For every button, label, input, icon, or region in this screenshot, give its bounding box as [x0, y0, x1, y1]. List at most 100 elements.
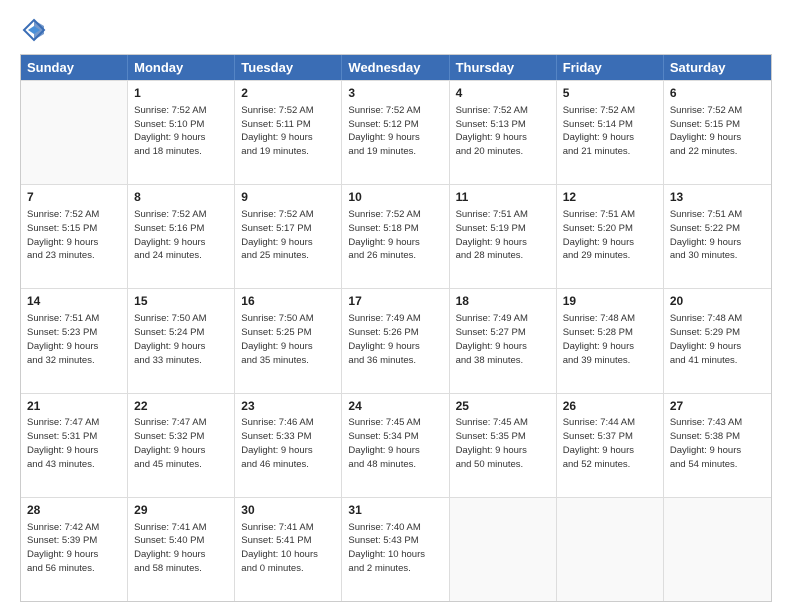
cell-info: Sunrise: 7:52 AMSunset: 5:18 PMDaylight:… — [348, 208, 442, 263]
day-cell-11: 11 Sunrise: 7:51 AMSunset: 5:19 PMDayligh… — [450, 185, 557, 288]
calendar-body: 1 Sunrise: 7:52 AMSunset: 5:10 PMDaylight… — [21, 80, 771, 601]
calendar: SundayMondayTuesdayWednesdayThursdayFrid… — [20, 54, 772, 602]
day-cell-10: 10 Sunrise: 7:52 AMSunset: 5:18 PMDayligh… — [342, 185, 449, 288]
cell-info: Sunrise: 7:40 AMSunset: 5:43 PMDaylight:… — [348, 521, 442, 576]
day-cell-16: 16Sunrise: 7:50 AMSunset: 5:25 PMDayligh… — [235, 289, 342, 392]
empty-cell — [557, 498, 664, 601]
day-cell-19: 19 Sunrise: 7:48 AMSunset: 5:28 PMDayligh… — [557, 289, 664, 392]
weekday-header-sunday: Sunday — [21, 55, 128, 80]
day-number: 13 — [670, 189, 765, 206]
day-cell-20: 20 Sunrise: 7:48 AMSunset: 5:29 PMDayligh… — [664, 289, 771, 392]
day-cell-17: 17 Sunrise: 7:49 AMSunset: 5:26 PMDayligh… — [342, 289, 449, 392]
empty-cell — [664, 498, 771, 601]
weekday-header-saturday: Saturday — [664, 55, 771, 80]
day-number: 27 — [670, 398, 765, 415]
day-cell-30: 30 Sunrise: 7:41 AMSunset: 5:41 PMDayligh… — [235, 498, 342, 601]
cell-info: Sunrise: 7:44 AMSunset: 5:37 PMDaylight:… — [563, 416, 657, 471]
cell-info: Sunrise: 7:48 AMSunset: 5:28 PMDaylight:… — [563, 312, 657, 367]
calendar-row-4: 21Sunrise: 7:47 AMSunset: 5:31 PMDayligh… — [21, 393, 771, 497]
cell-info: Sunrise: 7:42 AMSunset: 5:39 PMDaylight:… — [27, 521, 121, 576]
day-number: 31 — [348, 502, 442, 519]
day-number: 1 — [134, 85, 228, 102]
day-cell-4: 4 Sunrise: 7:52 AMSunset: 5:13 PMDaylight… — [450, 81, 557, 184]
weekday-header-tuesday: Tuesday — [235, 55, 342, 80]
cell-info: Sunrise: 7:41 AMSunset: 5:40 PMDaylight:… — [134, 521, 228, 576]
day-cell-12: 12 Sunrise: 7:51 AMSunset: 5:20 PMDayligh… — [557, 185, 664, 288]
cell-info: Sunrise: 7:51 AMSunset: 5:22 PMDaylight:… — [670, 208, 765, 263]
day-number: 18 — [456, 293, 550, 310]
day-cell-1: 1 Sunrise: 7:52 AMSunset: 5:10 PMDaylight… — [128, 81, 235, 184]
day-number: 4 — [456, 85, 550, 102]
day-number: 2 — [241, 85, 335, 102]
weekday-header-monday: Monday — [128, 55, 235, 80]
day-number: 11 — [456, 189, 550, 206]
day-cell-25: 25Sunrise: 7:45 AMSunset: 5:35 PMDayligh… — [450, 394, 557, 497]
day-cell-24: 24Sunrise: 7:45 AMSunset: 5:34 PMDayligh… — [342, 394, 449, 497]
calendar-row-2: 7 Sunrise: 7:52 AMSunset: 5:15 PMDaylight… — [21, 184, 771, 288]
weekday-header-thursday: Thursday — [450, 55, 557, 80]
day-cell-27: 27Sunrise: 7:43 AMSunset: 5:38 PMDayligh… — [664, 394, 771, 497]
day-cell-18: 18 Sunrise: 7:49 AMSunset: 5:27 PMDayligh… — [450, 289, 557, 392]
cell-info: Sunrise: 7:47 AMSunset: 5:31 PMDaylight:… — [27, 416, 121, 471]
cell-info: Sunrise: 7:52 AMSunset: 5:15 PMDaylight:… — [27, 208, 121, 263]
day-number: 8 — [134, 189, 228, 206]
cell-info: Sunrise: 7:52 AMSunset: 5:16 PMDaylight:… — [134, 208, 228, 263]
day-number: 22 — [134, 398, 228, 415]
day-number: 16 — [241, 293, 335, 310]
cell-info: Sunrise: 7:52 AMSunset: 5:15 PMDaylight:… — [670, 104, 765, 159]
weekday-header-friday: Friday — [557, 55, 664, 80]
day-cell-6: 6 Sunrise: 7:52 AMSunset: 5:15 PMDaylight… — [664, 81, 771, 184]
cell-info: Sunrise: 7:52 AMSunset: 5:17 PMDaylight:… — [241, 208, 335, 263]
day-cell-28: 28 Sunrise: 7:42 AMSunset: 5:39 PMDayligh… — [21, 498, 128, 601]
day-number: 28 — [27, 502, 121, 519]
day-cell-2: 2Sunrise: 7:52 AMSunset: 5:11 PMDaylight… — [235, 81, 342, 184]
cell-info: Sunrise: 7:43 AMSunset: 5:38 PMDaylight:… — [670, 416, 765, 471]
day-number: 17 — [348, 293, 442, 310]
day-number: 7 — [27, 189, 121, 206]
day-number: 29 — [134, 502, 228, 519]
calendar-row-1: 1 Sunrise: 7:52 AMSunset: 5:10 PMDaylight… — [21, 80, 771, 184]
day-number: 14 — [27, 293, 121, 310]
day-cell-14: 14 Sunrise: 7:51 AMSunset: 5:23 PMDayligh… — [21, 289, 128, 392]
day-number: 15 — [134, 293, 228, 310]
day-cell-22: 22Sunrise: 7:47 AMSunset: 5:32 PMDayligh… — [128, 394, 235, 497]
day-number: 6 — [670, 85, 765, 102]
day-cell-8: 8 Sunrise: 7:52 AMSunset: 5:16 PMDaylight… — [128, 185, 235, 288]
cell-info: Sunrise: 7:52 AMSunset: 5:10 PMDaylight:… — [134, 104, 228, 159]
cell-info: Sunrise: 7:49 AMSunset: 5:26 PMDaylight:… — [348, 312, 442, 367]
cell-info: Sunrise: 7:47 AMSunset: 5:32 PMDaylight:… — [134, 416, 228, 471]
day-cell-29: 29 Sunrise: 7:41 AMSunset: 5:40 PMDayligh… — [128, 498, 235, 601]
day-number: 3 — [348, 85, 442, 102]
day-number: 26 — [563, 398, 657, 415]
day-number: 19 — [563, 293, 657, 310]
day-cell-31: 31 Sunrise: 7:40 AMSunset: 5:43 PMDayligh… — [342, 498, 449, 601]
calendar-row-3: 14 Sunrise: 7:51 AMSunset: 5:23 PMDayligh… — [21, 288, 771, 392]
day-number: 24 — [348, 398, 442, 415]
page: SundayMondayTuesdayWednesdayThursdayFrid… — [0, 0, 792, 612]
weekday-header-wednesday: Wednesday — [342, 55, 449, 80]
day-number: 12 — [563, 189, 657, 206]
calendar-row-5: 28 Sunrise: 7:42 AMSunset: 5:39 PMDayligh… — [21, 497, 771, 601]
empty-cell — [21, 81, 128, 184]
cell-info: Sunrise: 7:45 AMSunset: 5:34 PMDaylight:… — [348, 416, 442, 471]
cell-info: Sunrise: 7:41 AMSunset: 5:41 PMDaylight:… — [241, 521, 335, 576]
day-cell-13: 13 Sunrise: 7:51 AMSunset: 5:22 PMDayligh… — [664, 185, 771, 288]
cell-info: Sunrise: 7:48 AMSunset: 5:29 PMDaylight:… — [670, 312, 765, 367]
cell-info: Sunrise: 7:49 AMSunset: 5:27 PMDaylight:… — [456, 312, 550, 367]
cell-info: Sunrise: 7:51 AMSunset: 5:19 PMDaylight:… — [456, 208, 550, 263]
day-cell-5: 5Sunrise: 7:52 AMSunset: 5:14 PMDaylight… — [557, 81, 664, 184]
logo — [20, 16, 50, 44]
cell-info: Sunrise: 7:45 AMSunset: 5:35 PMDaylight:… — [456, 416, 550, 471]
day-number: 30 — [241, 502, 335, 519]
cell-info: Sunrise: 7:51 AMSunset: 5:23 PMDaylight:… — [27, 312, 121, 367]
day-number: 9 — [241, 189, 335, 206]
day-cell-3: 3 Sunrise: 7:52 AMSunset: 5:12 PMDaylight… — [342, 81, 449, 184]
day-number: 20 — [670, 293, 765, 310]
day-cell-15: 15Sunrise: 7:50 AMSunset: 5:24 PMDayligh… — [128, 289, 235, 392]
cell-info: Sunrise: 7:52 AMSunset: 5:12 PMDaylight:… — [348, 104, 442, 159]
calendar-header-row: SundayMondayTuesdayWednesdayThursdayFrid… — [21, 55, 771, 80]
day-number: 10 — [348, 189, 442, 206]
day-cell-7: 7 Sunrise: 7:52 AMSunset: 5:15 PMDaylight… — [21, 185, 128, 288]
cell-info: Sunrise: 7:52 AMSunset: 5:13 PMDaylight:… — [456, 104, 550, 159]
cell-info: Sunrise: 7:51 AMSunset: 5:20 PMDaylight:… — [563, 208, 657, 263]
